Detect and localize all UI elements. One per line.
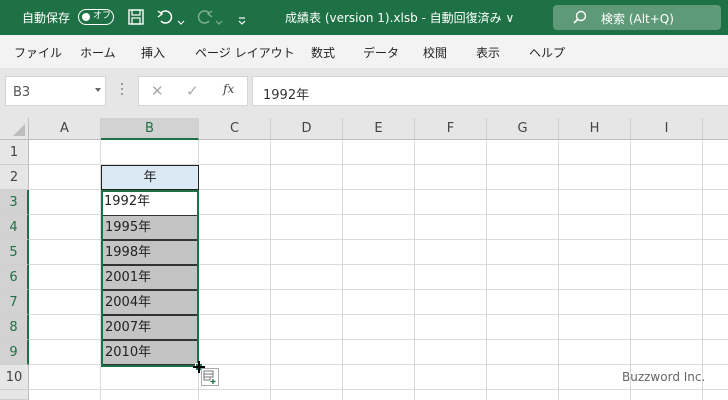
row-header-1[interactable]: 1: [0, 140, 29, 165]
tab-data[interactable]: データ: [363, 44, 399, 61]
row-header-3[interactable]: 3: [0, 190, 29, 215]
undo-icon[interactable]: [157, 8, 175, 30]
gridline: [702, 140, 703, 400]
column-header-i[interactable]: I: [631, 118, 703, 140]
tab-page-layout[interactable]: ページ レイアウト: [195, 44, 295, 61]
gridline: [342, 140, 343, 400]
customize-qat-icon[interactable]: [237, 11, 247, 30]
formula-input[interactable]: 1992年: [252, 76, 728, 106]
redo-dropdown-icon[interactable]: [215, 12, 223, 31]
formula-controls: ✕ ✓ fx: [138, 76, 248, 106]
insert-function-icon[interactable]: fx: [223, 82, 234, 96]
select-all-button[interactable]: [0, 118, 29, 140]
column-header-a[interactable]: A: [29, 118, 101, 140]
row-header-9[interactable]: 9: [0, 340, 29, 365]
formula-bar: B3 ✕ ✓ fx 1992年: [0, 68, 728, 118]
window-title[interactable]: 成績表 (version 1).xlsb - 自動回復済み ∨: [285, 9, 514, 26]
tab-home[interactable]: ホーム: [80, 44, 116, 61]
tab-help[interactable]: ヘルプ: [529, 44, 565, 61]
cancel-icon[interactable]: ✕: [151, 82, 164, 100]
column-header-d[interactable]: D: [271, 118, 343, 140]
search-icon: [573, 10, 587, 24]
row-header-partial[interactable]: [0, 390, 29, 400]
selection-range: [101, 190, 199, 367]
watermark: Buzzword Inc.: [622, 370, 706, 384]
name-box[interactable]: B3: [5, 76, 106, 106]
column-header-partial[interactable]: [703, 118, 728, 140]
tab-view[interactable]: 表示: [476, 44, 500, 61]
tab-formulas[interactable]: 数式: [311, 44, 335, 61]
tab-review[interactable]: 校閲: [423, 44, 447, 61]
row-header-8[interactable]: 8: [0, 315, 29, 340]
autosave-toggle[interactable]: オフ: [78, 9, 114, 25]
gridline: [414, 140, 415, 400]
undo-dropdown-icon[interactable]: [177, 12, 185, 31]
worksheet-grid[interactable]: A B C D E F G H I 1 2 3 4 5 6 7 8 9 10 年…: [0, 118, 728, 400]
gridline: [630, 140, 631, 400]
ribbon-tabs: ファイル ホーム 挿入 ページ レイアウト 数式 データ 校閲 表示 ヘルプ: [0, 35, 728, 68]
gridline: [486, 140, 487, 400]
toggle-knob: [82, 12, 90, 21]
gridline: [270, 140, 271, 400]
autosave-label: 自動保存: [22, 11, 71, 25]
autofill-options-button[interactable]: [201, 368, 219, 386]
autosave-state: オフ: [93, 11, 112, 21]
resize-handle-icon[interactable]: [121, 83, 124, 97]
cell-b2[interactable]: 年: [101, 165, 199, 190]
title-bar: 自動保存 オフ 成績表 (version 1).xlsb - 自動回復済み ∨ …: [0, 0, 728, 35]
tab-insert[interactable]: 挿入: [141, 44, 165, 61]
redo-icon[interactable]: [195, 8, 213, 30]
save-icon[interactable]: [127, 8, 145, 30]
row-header-2[interactable]: 2: [0, 165, 29, 190]
row-header-6[interactable]: 6: [0, 265, 29, 290]
row-header-7[interactable]: 7: [0, 290, 29, 315]
column-header-e[interactable]: E: [343, 118, 415, 140]
column-header-h[interactable]: H: [559, 118, 631, 140]
enter-icon[interactable]: ✓: [186, 82, 199, 100]
autofill-options-icon: [203, 370, 216, 384]
formula-value: 1992年: [263, 88, 310, 103]
column-header-g[interactable]: G: [487, 118, 559, 140]
row-header-5[interactable]: 5: [0, 240, 29, 265]
column-header-b[interactable]: B: [101, 118, 199, 140]
row-header-4[interactable]: 4: [0, 215, 29, 240]
search-placeholder: 検索 (Alt+Q): [601, 12, 674, 26]
search-box[interactable]: 検索 (Alt+Q): [553, 5, 721, 30]
column-header-f[interactable]: F: [415, 118, 487, 140]
column-header-c[interactable]: C: [199, 118, 271, 140]
gridline: [558, 140, 559, 400]
gridline: [29, 389, 728, 390]
tab-file[interactable]: ファイル: [14, 44, 62, 61]
chevron-down-icon[interactable]: [95, 88, 101, 92]
name-box-value: B3: [13, 85, 31, 100]
row-header-10[interactable]: 10: [0, 365, 29, 390]
